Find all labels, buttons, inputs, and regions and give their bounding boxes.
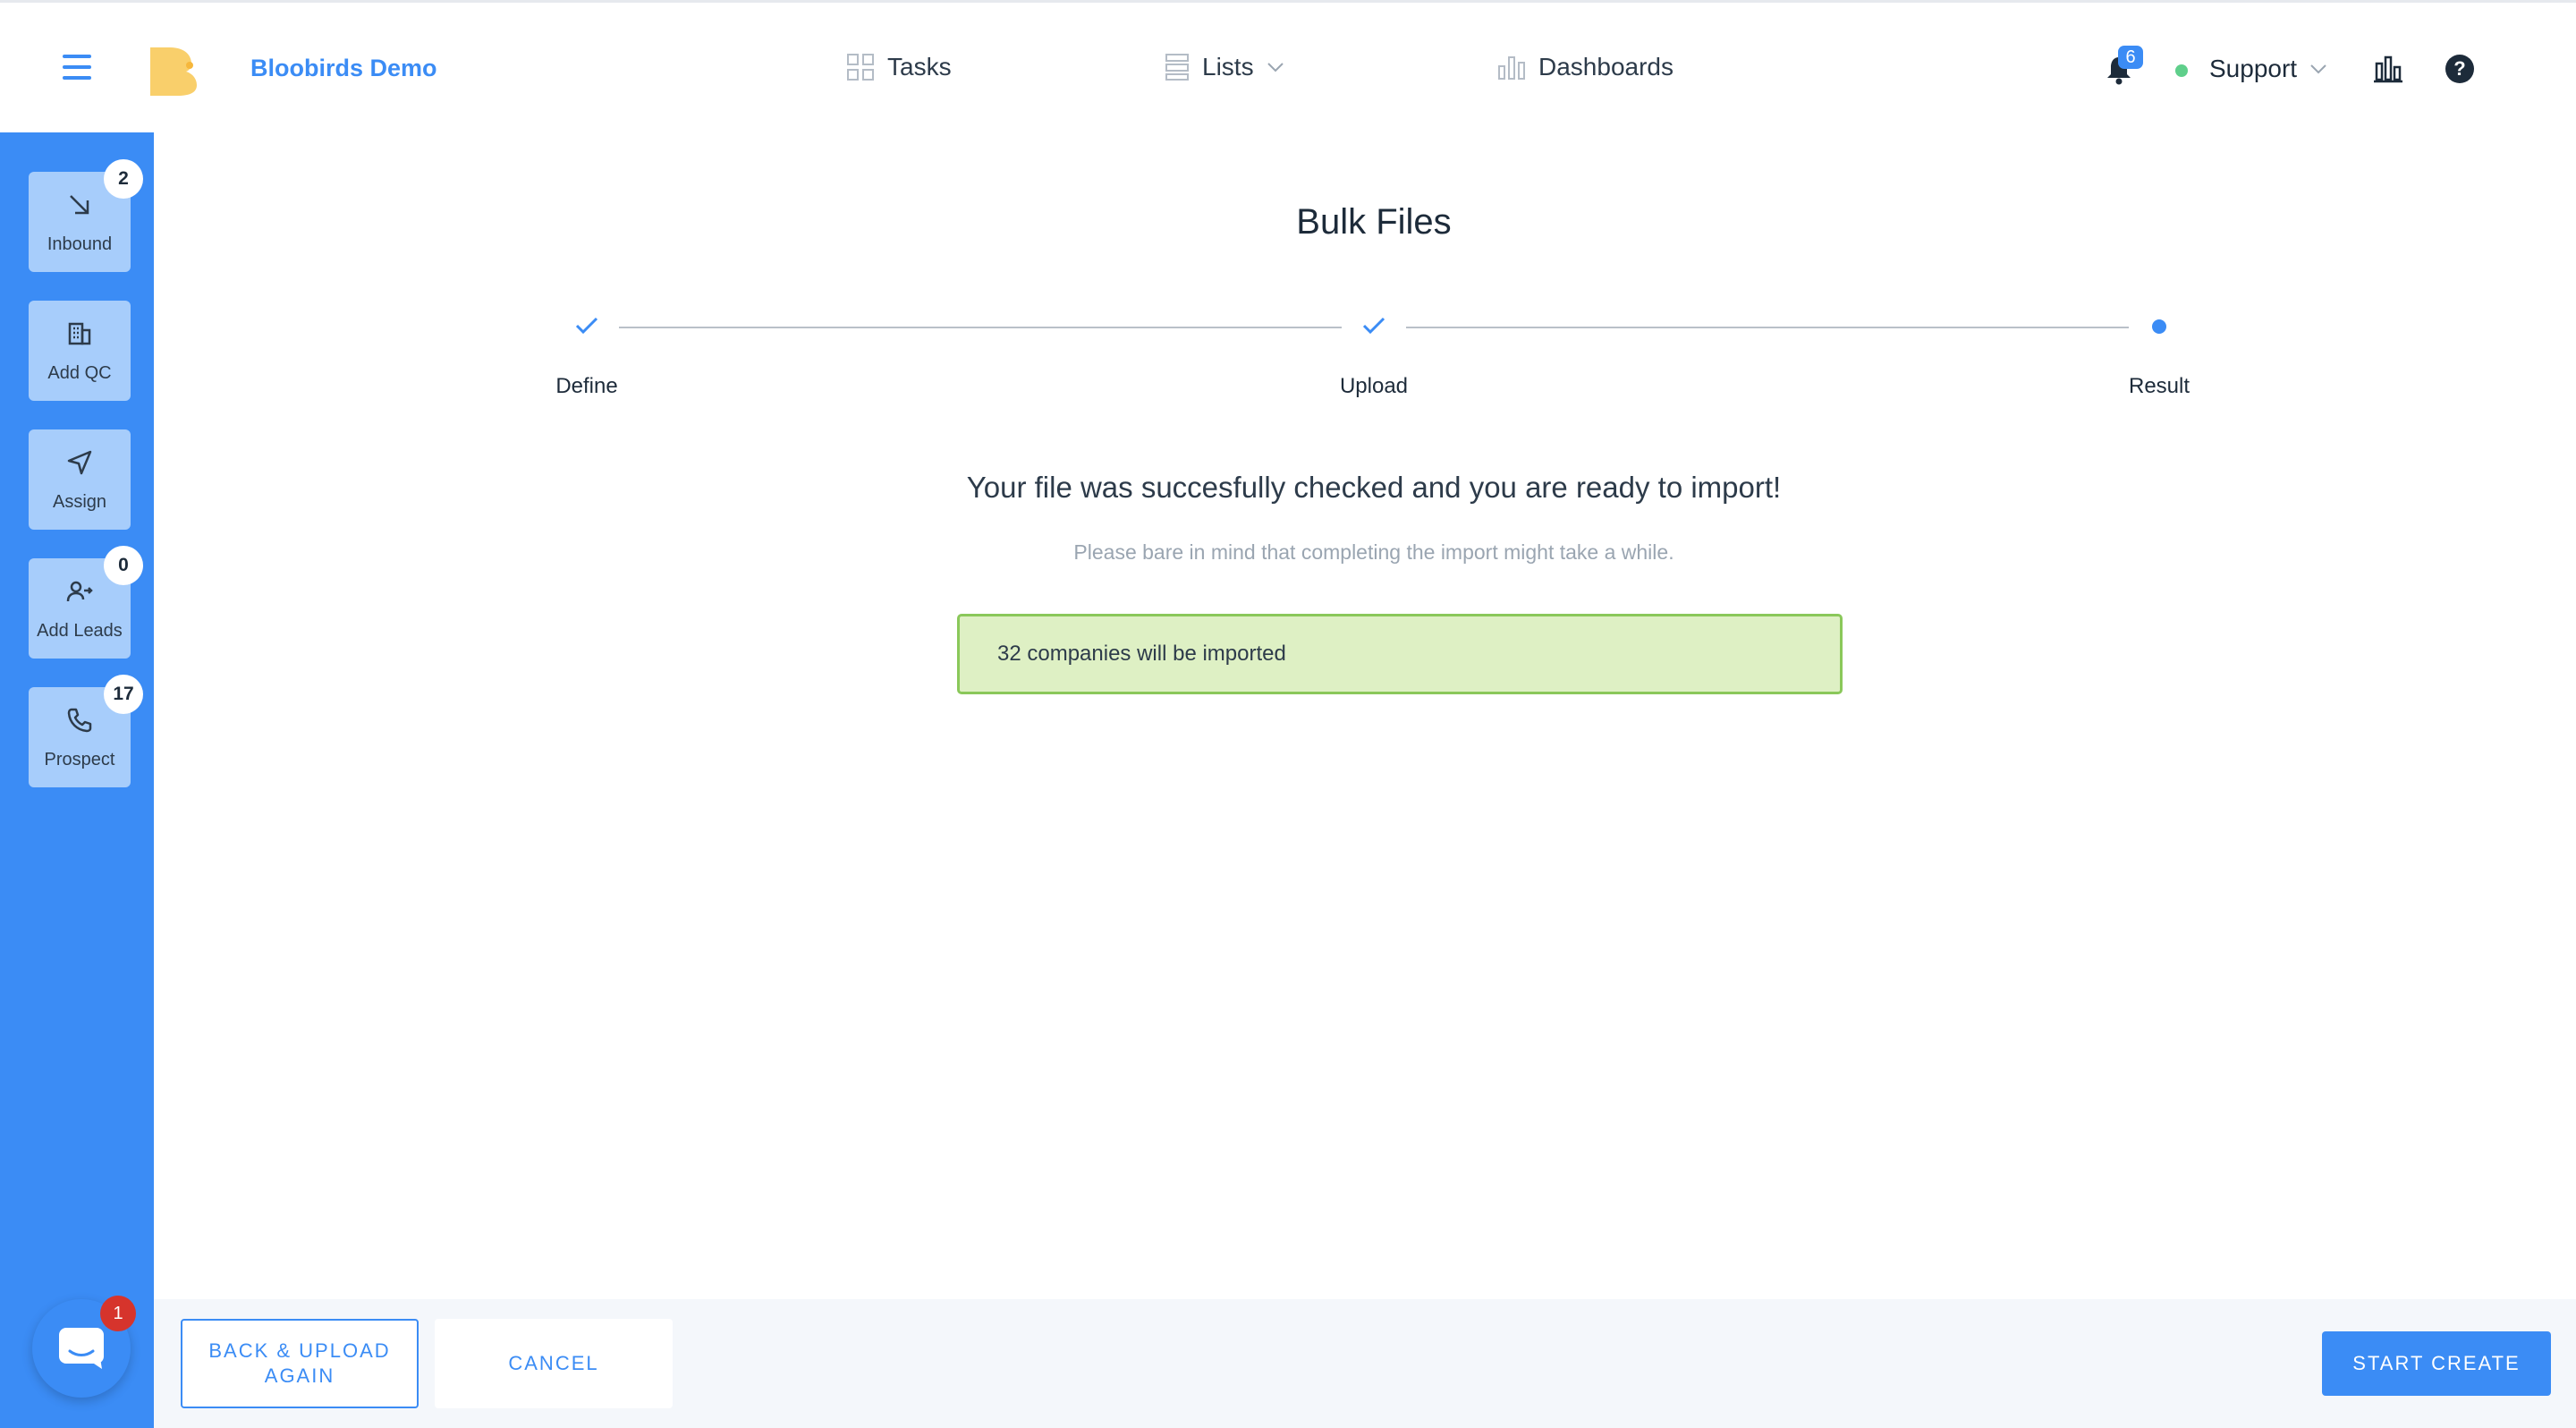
check-icon xyxy=(575,317,598,335)
result-subline: Please bare in mind that completing the … xyxy=(1073,540,1674,564)
sidebar-item-inbound[interactable]: Inbound 2 xyxy=(29,159,143,272)
cancel-button[interactable]: CANCEL xyxy=(435,1319,673,1408)
add-user-icon xyxy=(66,581,93,602)
nav-lists-label: Lists xyxy=(1202,53,1254,81)
step-connector xyxy=(619,327,1342,328)
sidebar-item-add-leads[interactable]: Add Leads 0 xyxy=(29,546,143,659)
chevron-down-icon xyxy=(2310,64,2326,74)
sidebar-item-add-qc[interactable]: Add QC xyxy=(29,301,131,401)
sidebar-item-label: Add Leads xyxy=(37,621,123,641)
back-upload-again-button[interactable]: BACK & UPLOAD AGAIN xyxy=(181,1319,419,1408)
start-create-button[interactable]: START CREATE xyxy=(2322,1331,2551,1396)
nav-dashboards[interactable]: Dashboards xyxy=(1497,53,1674,81)
nav-tasks[interactable]: Tasks xyxy=(846,53,952,81)
help-icon[interactable]: ? xyxy=(2445,55,2474,83)
arrow-down-right-icon xyxy=(70,195,89,215)
nav-tasks-label: Tasks xyxy=(887,53,952,81)
sidebar-item-label: Inbound xyxy=(47,234,113,254)
sidebar-item-label: Add QC xyxy=(47,363,112,383)
nav-lists[interactable]: Lists xyxy=(1165,53,1284,81)
bar-chart-icon xyxy=(1498,56,1525,80)
sidebar-item-assign[interactable]: Assign xyxy=(29,429,131,530)
import-summary-notice: 32 companies will be imported xyxy=(957,614,1843,694)
step-label-result: Result xyxy=(2128,374,2190,398)
menu-icon[interactable] xyxy=(63,55,91,80)
building-icon xyxy=(68,322,91,345)
count-badge: 2 xyxy=(104,159,143,199)
step-connector xyxy=(1406,327,2129,328)
page-title: Bulk Files xyxy=(1296,202,1452,242)
sidebar-item-label: Assign xyxy=(52,492,107,512)
sidebar-item-label: Prospect xyxy=(44,750,115,769)
online-status-dot xyxy=(2175,64,2188,77)
nav-dashboards-label: Dashboards xyxy=(1538,53,1674,81)
user-menu-label: Support xyxy=(2209,55,2298,82)
step-label-define: Define xyxy=(555,374,618,398)
stats-icon[interactable] xyxy=(2374,55,2402,83)
current-step-dot xyxy=(2152,319,2166,334)
send-icon xyxy=(67,450,92,475)
step-label-upload: Upload xyxy=(1339,374,1409,398)
notification-count-badge: 6 xyxy=(2118,46,2143,69)
count-badge: 0 xyxy=(104,546,143,585)
check-icon xyxy=(1362,317,1385,335)
result-headline: Your file was succesfully checked and yo… xyxy=(966,471,1782,504)
chevron-down-icon xyxy=(1267,63,1284,72)
top-bar: Bloobirds Demo Tasks Lists Dashboards 6 … xyxy=(0,0,2576,132)
chat-unread-badge: 1 xyxy=(100,1296,136,1331)
count-badge: 17 xyxy=(104,675,143,714)
bloobirds-logo[interactable] xyxy=(150,46,197,96)
chat-icon xyxy=(59,1328,104,1369)
grid-icon xyxy=(847,54,874,81)
phone-icon xyxy=(67,708,92,733)
sidebar: Inbound 2 Add QC Assign Add Leads 0 Pros… xyxy=(0,132,154,1428)
list-icon xyxy=(1165,54,1189,81)
sidebar-item-prospect[interactable]: Prospect 17 xyxy=(29,675,143,787)
workspace-name[interactable]: Bloobirds Demo xyxy=(250,55,437,82)
user-menu[interactable]: Support xyxy=(2209,55,2327,83)
